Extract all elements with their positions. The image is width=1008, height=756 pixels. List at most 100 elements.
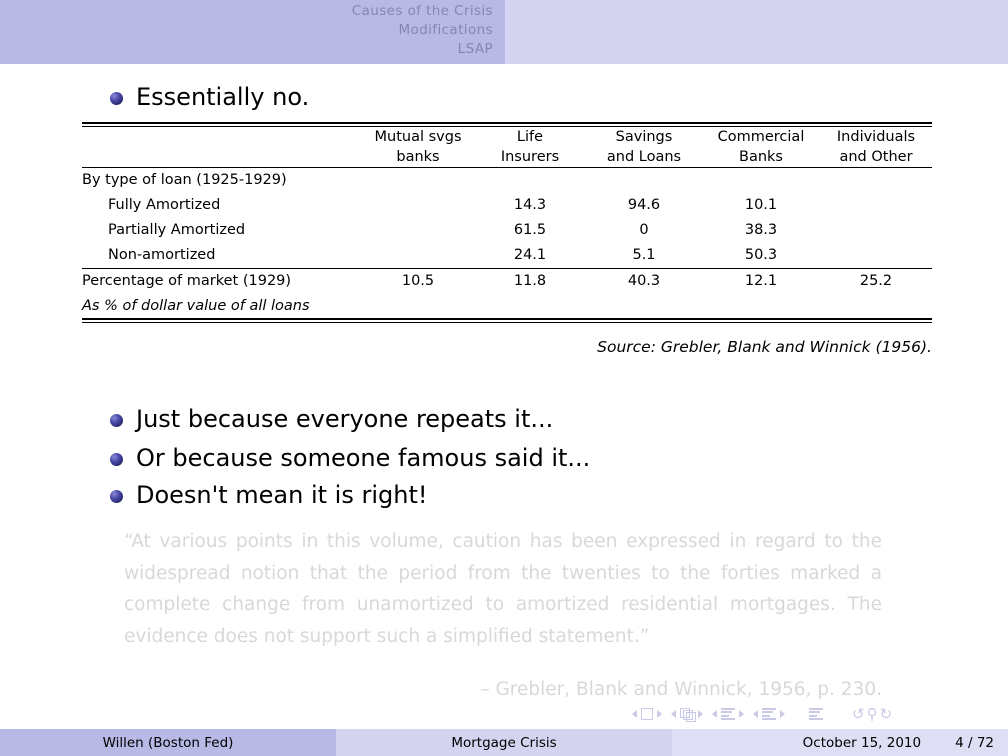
header-navigation-titles: Causes of the Crisis Modifications LSAP <box>0 2 493 59</box>
cell-non-life: 24.1 <box>513 247 547 263</box>
frames-icon[interactable] <box>680 708 696 722</box>
slide-header-bar: Causes of the Crisis Modifications LSAP <box>0 0 1008 64</box>
back-icon[interactable]: ↺ <box>852 706 865 722</box>
table-row: Partially Amortized 61.5 0 38.3 <box>82 218 932 243</box>
cell-non-commercial: 50.3 <box>744 247 778 263</box>
cell-fully-individuals <box>820 193 932 218</box>
table-total-row: Percentage of market (1929) 10.5 11.8 40… <box>82 269 932 294</box>
section-nav-group <box>753 708 785 720</box>
table-data-section: By type of loan (1925-1929) Fully Amorti… <box>82 168 932 268</box>
frame-nav-group <box>671 708 703 722</box>
col-header-blank-l2 <box>82 147 362 167</box>
cell-fully-savings: 94.6 <box>627 197 661 213</box>
footer-date-page-segment: October 15, 2010 4 / 72 <box>672 729 1008 756</box>
footer-title-segment: Mortgage Crisis <box>336 729 672 756</box>
slide-nav-group <box>632 708 662 720</box>
table-row: Fully Amortized 14.3 94.6 10.1 <box>82 193 932 218</box>
cell-partially-savings: 0 <box>639 222 649 238</box>
cell-pct-mutual: 10.5 <box>401 273 435 289</box>
prev-subsection-icon[interactable] <box>712 710 717 718</box>
header-underline <box>0 64 1008 66</box>
table-section-c3 <box>586 168 702 193</box>
list-item: Doesn't mean it is right! <box>110 483 428 507</box>
table-footnote-row: As % of dollar value of all loans <box>82 294 932 318</box>
blockquote-text: “At various points in this volume, cauti… <box>124 531 882 647</box>
cell-non-mutual <box>362 243 474 268</box>
bullet-sphere-icon <box>110 453 123 466</box>
prev-frame-icon[interactable] <box>671 710 676 718</box>
bullet-sphere-icon <box>110 414 123 427</box>
next-slide-icon[interactable] <box>657 710 662 718</box>
headline-bullet-label: Essentially no. <box>136 83 310 111</box>
cell-non-savings: 5.1 <box>632 247 656 263</box>
subsection-icon[interactable] <box>721 708 735 720</box>
forward-icon[interactable]: ↻ <box>880 706 893 722</box>
footer-date: October 15, 2010 <box>802 734 922 751</box>
col-header-mutual-svgs-l1: Mutual svgs <box>374 129 462 145</box>
header-title-1[interactable]: Causes of the Crisis <box>0 2 493 21</box>
cell-pct-life: 11.8 <box>513 273 547 289</box>
row-label-non-amortized: Non-amortized <box>108 247 216 263</box>
next-frame-icon[interactable] <box>698 710 703 718</box>
cell-fully-mutual <box>362 193 474 218</box>
footer-title: Mortgage Crisis <box>451 734 557 751</box>
table-section-c5 <box>820 168 932 193</box>
list-item: Or because someone famous said it... <box>110 446 590 470</box>
header-title-3[interactable]: LSAP <box>0 40 493 59</box>
table-section-c2 <box>474 168 586 193</box>
footer-page-number: 4 / 72 <box>955 734 994 751</box>
search-icon[interactable]: ⚲ <box>867 706 878 722</box>
cell-partially-individuals <box>820 218 932 243</box>
col-header-savings-l2: and Loans <box>606 149 682 165</box>
history-nav-group: ↺ ⚲ ↻ <box>851 706 893 722</box>
col-header-commercial-l2: Banks <box>739 149 783 165</box>
table-body: Mutual svgs Life Savings Commercial Indi… <box>82 127 932 167</box>
next-subsection-icon[interactable] <box>739 710 744 718</box>
prev-section-icon[interactable] <box>753 710 758 718</box>
table-header-row-line2: banks Insurers and Loans Banks and Other <box>82 147 932 167</box>
prev-slide-icon[interactable] <box>632 710 637 718</box>
col-header-life-l2: Insurers <box>500 149 560 165</box>
bullet-label-3: Doesn't mean it is right! <box>136 481 428 509</box>
col-header-commercial-l1: Commercial <box>717 129 805 145</box>
cell-non-individuals <box>820 243 932 268</box>
table-section-label: By type of loan (1925-1929) <box>82 172 287 188</box>
table-header-row-line1: Mutual svgs Life Savings Commercial Indi… <box>82 127 932 147</box>
table-section-c1 <box>362 168 474 193</box>
row-label-partially-amortized: Partially Amortized <box>108 222 246 238</box>
cell-fully-life: 14.3 <box>513 197 547 213</box>
bullet-label-2: Or because someone famous said it... <box>136 444 591 472</box>
table-section-c4 <box>702 168 820 193</box>
col-header-individuals-l1: Individuals <box>836 129 916 145</box>
col-header-individuals-l2: and Other <box>839 149 913 165</box>
list-item: Just because everyone repeats it... <box>110 407 553 431</box>
bullet-sphere-icon <box>110 490 123 503</box>
table-row: Non-amortized 24.1 5.1 50.3 <box>82 243 932 268</box>
section-icon[interactable] <box>762 708 776 720</box>
bullet-label-1: Just because everyone repeats it... <box>136 405 554 433</box>
headline-bullet-item: Essentially no. <box>110 85 309 109</box>
cell-pct-individuals: 25.2 <box>859 273 893 289</box>
document-icon[interactable] <box>809 708 823 720</box>
table-source-note: Source: Grebler, Blank and Winnick (1956… <box>597 338 932 356</box>
cell-pct-commercial: 12.1 <box>744 273 778 289</box>
subsection-nav-group <box>712 708 744 720</box>
cell-partially-commercial: 38.3 <box>744 222 778 238</box>
beamer-navigation-symbols: ↺ ⚲ ↻ <box>632 704 1000 724</box>
cell-fully-commercial: 10.1 <box>744 197 778 213</box>
header-title-2[interactable]: Modifications <box>0 21 493 40</box>
col-header-blank-l1 <box>82 127 362 147</box>
footer-author-segment: Willen (Boston Fed) <box>0 729 336 756</box>
slide-icon[interactable] <box>641 708 653 720</box>
table-total-section: Percentage of market (1929) 10.5 11.8 40… <box>82 269 932 318</box>
col-header-mutual-svgs-l2: banks <box>396 149 440 165</box>
slide-footer-bar: Willen (Boston Fed) Mortgage Crisis Octo… <box>0 729 1008 756</box>
cell-partially-mutual <box>362 218 474 243</box>
col-header-savings-l1: Savings <box>615 129 673 145</box>
amortization-table: Mutual svgs Life Savings Commercial Indi… <box>82 122 932 323</box>
table-section-row: By type of loan (1925-1929) <box>82 168 932 193</box>
col-header-life-l1: Life <box>516 129 544 145</box>
bullet-sphere-icon <box>110 92 123 105</box>
next-section-icon[interactable] <box>780 710 785 718</box>
row-label-percentage-of-market: Percentage of market (1929) <box>82 273 292 289</box>
